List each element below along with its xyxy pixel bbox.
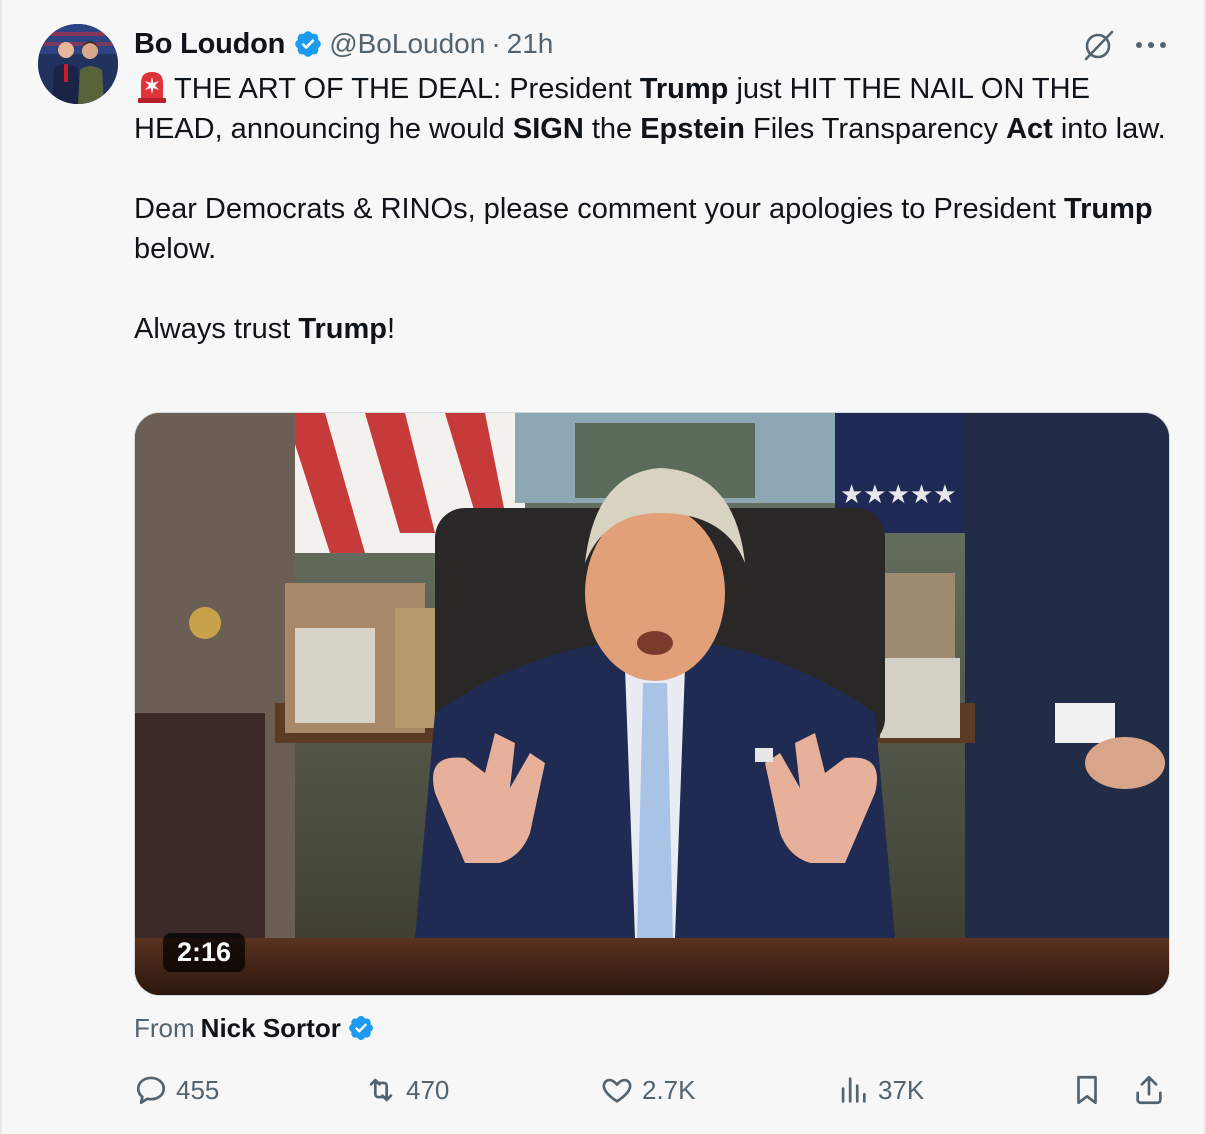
- video-attribution: From Nick Sortor: [134, 1008, 375, 1048]
- text-bold-act: Act: [1006, 113, 1053, 145]
- attribution-author-link[interactable]: Nick Sortor: [201, 1013, 341, 1044]
- text-segment: THE ART OF THE DEAL: President: [174, 73, 640, 105]
- header-separator: ·: [491, 28, 501, 59]
- attribution-prefix: From: [134, 1012, 195, 1043]
- text-bold-epstein: Epstein: [640, 113, 745, 145]
- video-duration-badge: 2:16: [163, 933, 246, 972]
- repost-count: 470: [406, 1074, 450, 1105]
- author-name[interactable]: Bo Loudon: [134, 28, 285, 61]
- text-bold-trump: Trump: [1064, 193, 1153, 225]
- bookmark-icon: [1077, 1075, 1097, 1105]
- repost-icon: [369, 1078, 393, 1102]
- grok-icon[interactable]: [1082, 28, 1116, 62]
- tweet-card[interactable]: Bo Loudon @BoLoudon · 21h THE ART OF THE…: [0, 0, 1206, 1134]
- text-segment: Always trust: [134, 313, 299, 345]
- svg-text:★★★★★: ★★★★★: [840, 480, 957, 510]
- like-count: 2.7K: [642, 1074, 696, 1105]
- share-button[interactable]: [1132, 1066, 1166, 1114]
- reply-count: 455: [176, 1074, 220, 1105]
- action-bar: 455 470 2.7K 37K: [134, 1066, 1174, 1114]
- verified-badge-icon[interactable]: [293, 29, 323, 59]
- share-icon: [1136, 1075, 1162, 1105]
- analytics-icon: [841, 1077, 866, 1103]
- like-button[interactable]: 2.7K: [600, 1066, 696, 1114]
- post-header: Bo Loudon @BoLoudon · 21h: [134, 24, 553, 64]
- text-bold-sign: SIGN: [512, 113, 584, 145]
- text-bold-trump: Trump: [298, 313, 387, 345]
- text-segment: Files Transparency: [744, 113, 1007, 145]
- more-dots-icon[interactable]: [1134, 40, 1168, 50]
- author-avatar[interactable]: [38, 24, 118, 104]
- text-segment: Dear Democrats & RINOs, please comment y…: [134, 193, 1065, 225]
- avatar-image: [38, 24, 118, 104]
- post-timestamp[interactable]: 21h: [507, 28, 554, 60]
- heart-icon: [602, 1078, 632, 1103]
- verified-badge-icon[interactable]: [347, 1014, 375, 1042]
- views-count: 37K: [878, 1074, 925, 1105]
- rotating-light-emoji-icon: [138, 72, 166, 103]
- video-player[interactable]: ★★★★★ 2:16: [134, 412, 1170, 996]
- bookmark-button[interactable]: [1070, 1066, 1104, 1114]
- text-segment: !: [387, 313, 396, 345]
- video-thumbnail: ★★★★★: [135, 413, 1169, 995]
- text-segment: the: [583, 113, 641, 145]
- views-button[interactable]: 37K: [836, 1066, 924, 1114]
- author-handle[interactable]: @BoLoudon: [329, 28, 485, 60]
- reply-button[interactable]: 455: [134, 1066, 219, 1114]
- text-bold-trump: Trump: [639, 73, 729, 105]
- repost-button[interactable]: 470: [364, 1066, 449, 1114]
- post-text: THE ART OF THE DEAL: President Trump jus…: [134, 68, 1174, 349]
- text-segment: into law.: [1052, 113, 1166, 145]
- reply-icon: [136, 1076, 166, 1105]
